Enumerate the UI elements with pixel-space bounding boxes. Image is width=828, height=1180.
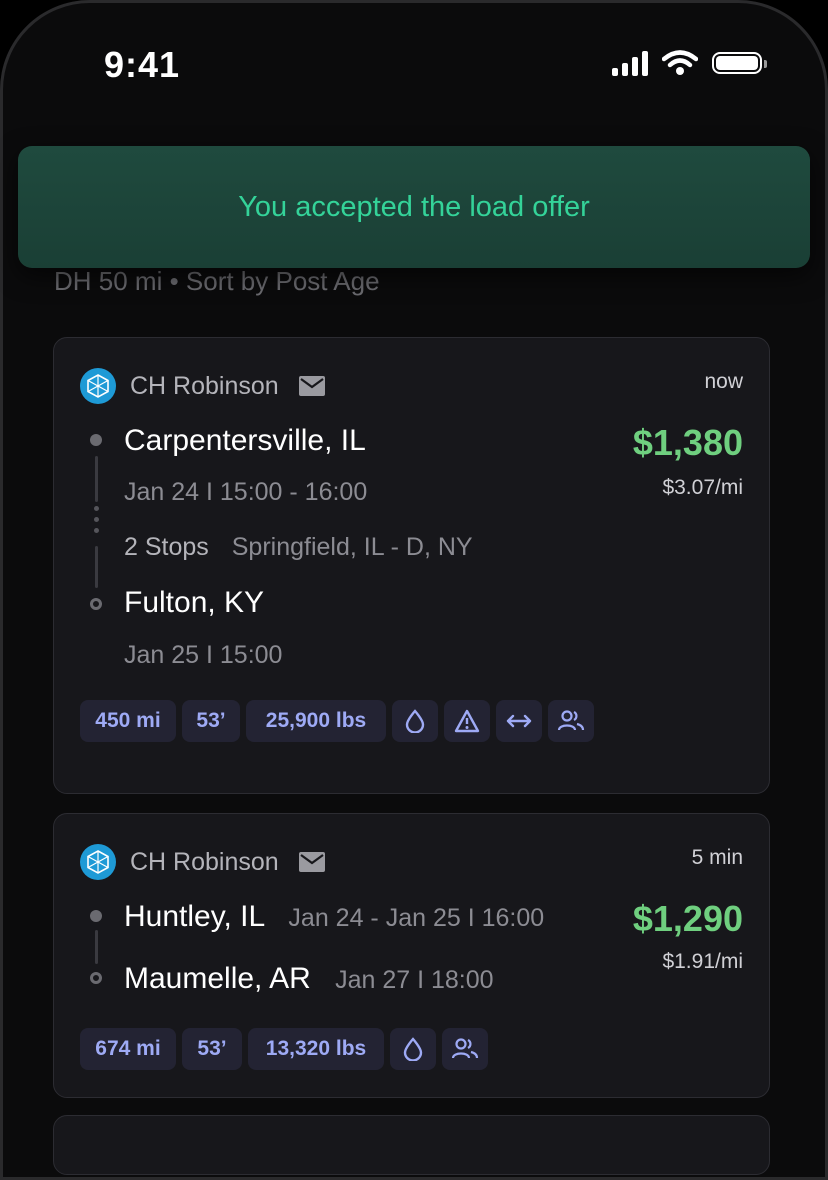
stops-count: 2 Stops: [124, 533, 209, 561]
rate-per-mile: $1.91/mi: [662, 950, 743, 973]
broker-logo-icon: [80, 844, 116, 880]
origin-city: Huntley, IL Jan 24 - Jan 25 I 16:00: [124, 900, 544, 934]
origin-marker-icon: [90, 434, 102, 446]
arrows-horizontal-icon: [496, 700, 542, 742]
mail-icon[interactable]: [298, 852, 325, 872]
origin-city-name: Huntley, IL: [124, 900, 265, 933]
origin-time: Jan 24 - Jan 25 I 16:00: [288, 904, 545, 932]
origin-time: Jan 24 I 15:00 - 16:00: [124, 478, 368, 506]
broker-name: CH Robinson: [130, 847, 279, 876]
team-drivers-icon: [442, 1028, 488, 1070]
mail-icon[interactable]: [298, 376, 325, 396]
destination-marker-icon: [90, 972, 102, 984]
cellular-signal-icon: [612, 50, 648, 76]
status-time: 9:41: [104, 44, 181, 85]
drop-icon: [392, 700, 438, 742]
broker-logo-icon: [80, 368, 116, 404]
broker-row: CH Robinson: [80, 844, 325, 880]
rate-per-mile: $3.07/mi: [662, 476, 743, 499]
destination-city: Fulton, KY: [124, 586, 265, 619]
hazmat-warning-icon: [444, 700, 490, 742]
route-line: [95, 456, 98, 502]
team-drivers-icon: [548, 700, 594, 742]
load-attributes: 450 mi 53’ 25,900 lbs: [80, 700, 594, 742]
drop-icon: [390, 1028, 436, 1070]
broker-row: CH Robinson: [80, 368, 325, 404]
broker-name: CH Robinson: [130, 371, 279, 400]
phone-screen: 9:41 DH 50 mi • Sort by Post Age You acc…: [0, 0, 828, 1180]
trailer-length-chip: 53’: [182, 1028, 242, 1070]
distance-chip: 674 mi: [80, 1028, 176, 1070]
weight-chip: 25,900 lbs: [246, 700, 386, 742]
stops-detail: Springfield, IL - D, NY: [231, 533, 473, 561]
status-bar: 9:41: [0, 0, 828, 130]
destination-city-name: Maumelle, AR: [124, 962, 311, 995]
success-toast: You accepted the load offer: [18, 146, 810, 268]
load-price: $1,380: [632, 422, 743, 463]
weight-chip: 13,320 lbs: [248, 1028, 384, 1070]
post-age: now: [704, 370, 743, 393]
post-age: 5 min: [691, 846, 743, 869]
route-line: [95, 546, 98, 588]
trailer-length-chip: 53’: [182, 700, 240, 742]
origin-marker-icon: [90, 910, 102, 922]
load-price: $1,290: [632, 898, 743, 939]
destination-time: Jan 27 I 18:00: [335, 966, 494, 994]
destination-time: Jan 25 I 15:00: [124, 641, 283, 669]
route-line: [95, 930, 98, 964]
stops-row: 2 Stops Springfield, IL - D, NY: [124, 533, 473, 562]
load-card[interactable]: CH Robinson 5 min $1,290 $1.91/mi Huntle…: [53, 813, 770, 1098]
destination-city: Maumelle, AR Jan 27 I 18:00: [124, 962, 494, 996]
route-stops-dots: [94, 506, 99, 539]
origin-city: Carpentersville, IL: [124, 424, 366, 457]
destination-marker-icon: [90, 598, 102, 610]
battery-icon: [712, 52, 767, 74]
load-card[interactable]: CH Robinson now $1,380 $3.07/mi Carpente…: [53, 337, 770, 794]
wifi-icon: [662, 50, 698, 75]
load-attributes: 674 mi 53’ 13,320 lbs: [80, 1028, 488, 1070]
filter-summary[interactable]: DH 50 mi • Sort by Post Age: [54, 266, 380, 297]
status-icons: [612, 50, 767, 76]
load-card[interactable]: [53, 1115, 770, 1175]
distance-chip: 450 mi: [80, 700, 176, 742]
